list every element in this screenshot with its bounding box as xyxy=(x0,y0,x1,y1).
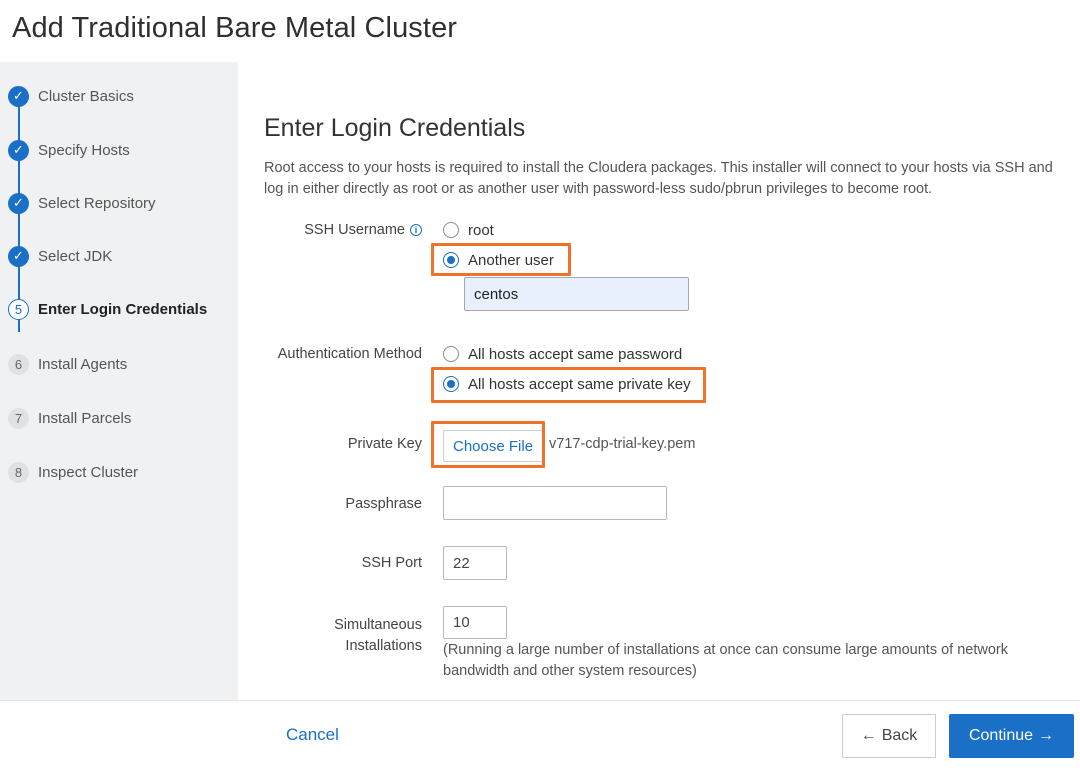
wizard-step-cluster-basics[interactable]: ✓ Cluster Basics xyxy=(8,84,134,108)
wizard-step-enter-login-credentials[interactable]: 5 Enter Login Credentials xyxy=(8,297,207,321)
main-panel: Enter Login Credentials Root access to y… xyxy=(238,62,1080,700)
ssh-username-another-user-radio[interactable]: Another user xyxy=(443,249,554,271)
step-label: Specify Hosts xyxy=(38,141,130,159)
section-description: Root access to your hosts is required to… xyxy=(264,160,1053,197)
auth-method-label: Authentication Method xyxy=(277,346,422,362)
step-number: 8 xyxy=(8,461,29,483)
radio-checked-icon xyxy=(443,252,459,268)
info-icon[interactable]: i xyxy=(410,224,422,236)
simultaneous-installations-label: Simultaneous Installations xyxy=(334,615,422,657)
step-label: Select JDK xyxy=(38,247,113,265)
step-number: 7 xyxy=(8,407,29,429)
ssh-username-input[interactable]: centos xyxy=(464,277,689,311)
step-label: Cluster Basics xyxy=(38,87,134,105)
check-icon: ✓ xyxy=(8,245,29,267)
radio-unchecked-icon xyxy=(443,346,459,362)
step-number: 5 xyxy=(8,298,29,320)
wizard-sidebar: ✓ Cluster Basics ✓ Specify Hosts ✓ Selec… xyxy=(0,62,238,700)
step-label: Enter Login Credentials xyxy=(38,300,208,318)
check-icon: ✓ xyxy=(8,139,29,161)
wizard-step-install-agents: 6 Install Agents xyxy=(8,352,127,376)
step-label: Inspect Cluster xyxy=(38,463,139,481)
back-button-label: Back xyxy=(881,727,918,744)
ssh-username-root-radio[interactable]: root xyxy=(443,219,494,241)
radio-checked-icon xyxy=(443,376,459,392)
private-key-label: Private Key xyxy=(347,436,422,452)
radio-unchecked-icon xyxy=(443,222,459,238)
wizard-step-specify-hosts[interactable]: ✓ Specify Hosts xyxy=(8,138,130,162)
private-key-file-name: v717-cdp-trial-key.pem xyxy=(549,436,696,452)
choose-file-button[interactable]: Choose File xyxy=(443,430,544,462)
wizard-step-select-repository[interactable]: ✓ Select Repository xyxy=(8,191,156,215)
radio-label: All hosts accept same password xyxy=(468,345,683,363)
passphrase-label: Passphrase xyxy=(345,496,422,512)
step-label: Install Parcels xyxy=(38,409,132,427)
wizard-step-inspect-cluster: 8 Inspect Cluster xyxy=(8,460,138,484)
check-icon: ✓ xyxy=(8,85,29,107)
simultaneous-installations-hint: (Running a large number of installations… xyxy=(443,642,1009,679)
ssh-port-input[interactable]: 22 xyxy=(443,546,507,580)
continue-button-label: Continue xyxy=(968,727,1034,744)
label-line: Installations xyxy=(345,638,422,654)
label-line: Simultaneous xyxy=(334,617,422,633)
passphrase-input[interactable] xyxy=(443,486,667,520)
wizard-step-select-jdk[interactable]: ✓ Select JDK xyxy=(8,244,112,268)
wizard-step-install-parcels: 7 Install Parcels xyxy=(8,406,131,430)
back-button[interactable]: ← Back xyxy=(842,714,936,758)
arrow-right-icon: → xyxy=(1038,727,1055,744)
step-number: 6 xyxy=(8,353,29,375)
wizard-footer: Cancel ← Back Continue → xyxy=(0,700,1080,770)
ssh-username-label: SSH Username i xyxy=(304,222,422,238)
page-title: Add Traditional Bare Metal Cluster xyxy=(12,12,458,44)
radio-label: All hosts accept same private key xyxy=(468,375,691,393)
simultaneous-installations-input[interactable]: 10 xyxy=(443,606,507,639)
auth-password-radio[interactable]: All hosts accept same password xyxy=(443,343,682,365)
ssh-username-label-text: SSH Username xyxy=(304,222,405,238)
continue-button[interactable]: Continue → xyxy=(949,714,1074,758)
step-label: Select Repository xyxy=(38,194,156,212)
cancel-link[interactable]: Cancel xyxy=(286,725,339,745)
ssh-port-label: SSH Port xyxy=(361,555,422,571)
step-label: Install Agents xyxy=(38,355,128,373)
radio-label: Another user xyxy=(468,251,554,269)
section-title: Enter Login Credentials xyxy=(264,114,526,142)
auth-private-key-radio[interactable]: All hosts accept same private key xyxy=(443,373,691,395)
check-icon: ✓ xyxy=(8,192,29,214)
radio-label: root xyxy=(468,221,494,239)
arrow-left-icon: ← xyxy=(860,727,877,744)
